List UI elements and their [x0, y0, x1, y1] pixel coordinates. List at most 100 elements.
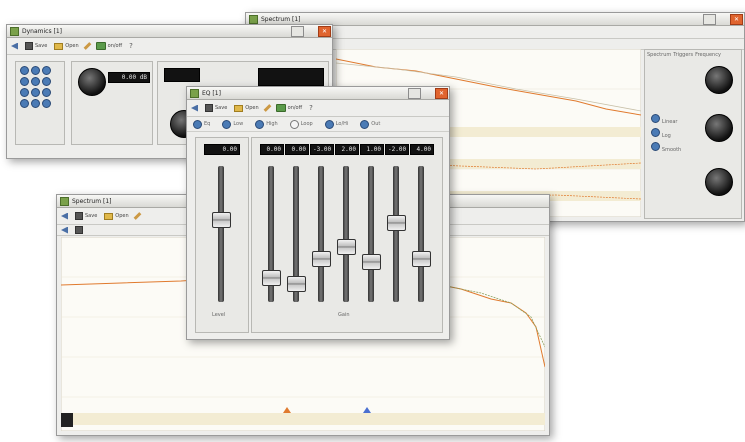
radio-1[interactable] [651, 114, 660, 123]
eq-check-label: Eq [204, 121, 211, 127]
back-icon[interactable] [191, 104, 198, 112]
open-label: Open [115, 213, 129, 219]
band-slider-thumb[interactable] [262, 269, 281, 286]
back-icon[interactable] [61, 212, 68, 220]
eq-check-1[interactable]: Low [222, 119, 244, 129]
radio-2[interactable] [651, 128, 660, 137]
wand-icon[interactable] [263, 104, 272, 112]
level-slider[interactable] [212, 166, 231, 302]
led-7[interactable] [20, 88, 29, 97]
onoff-button[interactable]: on/off [275, 104, 302, 112]
open-button[interactable]: Open [54, 42, 79, 50]
level-label: Level [212, 312, 226, 318]
window-title: Spectrum [1] [261, 15, 301, 23]
open-icon [234, 104, 244, 112]
save-label: Save [85, 213, 98, 219]
open-icon [104, 212, 114, 220]
minimize-button[interactable] [408, 88, 421, 99]
checkbox-icon[interactable] [193, 119, 202, 129]
checkbox-icon[interactable] [324, 119, 334, 129]
minimize-button[interactable] [703, 14, 716, 25]
onoff-icon [275, 104, 286, 112]
band-slider-6[interactable] [412, 166, 431, 302]
dynamics-lcd-3 [258, 68, 324, 86]
band-slider-thumb[interactable] [412, 251, 431, 268]
radio-3[interactable] [651, 142, 660, 151]
sidebar-knob-2[interactable] [705, 114, 733, 142]
spectrum-sidebar: Spectrum Triggers Frequency Linear Log S… [644, 49, 742, 219]
eq-level-panel: 0.00 Level [195, 137, 249, 333]
sidebar-tab-2[interactable]: Triggers [673, 52, 693, 58]
save-icon [75, 212, 83, 220]
save-button[interactable]: Save [75, 212, 97, 220]
close-button[interactable]: ✕ [730, 14, 743, 25]
open-label: Open [65, 43, 79, 49]
window-title: Spectrum [1] [72, 197, 112, 205]
eq-check-label: Low [233, 121, 244, 127]
band-slider-3[interactable] [337, 166, 356, 302]
open-button[interactable]: Open [104, 212, 129, 220]
led-8[interactable] [31, 88, 40, 97]
led-9[interactable] [42, 88, 51, 97]
sidebar-tab-3[interactable]: Frequency [695, 52, 721, 58]
eq-gain-panel: Gain 0.00 0.00 -3.00 2.00 1.00 -2.00 4.00 [251, 137, 443, 333]
eq-check-4[interactable]: Lo/Hi [324, 119, 348, 129]
led-11[interactable] [31, 99, 40, 108]
minimize-button[interactable] [291, 26, 304, 37]
band-slider-5[interactable] [387, 166, 406, 302]
dynamics-lcd-2 [164, 68, 200, 82]
save-button[interactable]: Save [25, 42, 47, 50]
help-icon[interactable]: ? [309, 104, 313, 112]
led-5[interactable] [31, 77, 40, 86]
wand-icon[interactable] [83, 42, 92, 50]
wand-icon[interactable] [133, 212, 142, 220]
led-2[interactable] [31, 66, 40, 75]
dynamics-titlebar: Dynamics [1] ✕ [7, 25, 332, 38]
band-slider-0[interactable] [262, 166, 281, 302]
led-6[interactable] [42, 77, 51, 86]
open-button[interactable]: Open [234, 104, 259, 112]
led-4[interactable] [20, 77, 29, 86]
led-1[interactable] [20, 66, 29, 75]
onoff-button[interactable]: on/off [95, 42, 123, 50]
sidebar-knob-3[interactable] [705, 168, 733, 196]
band-slider-1[interactable] [287, 166, 306, 302]
window-title: Dynamics [1] [22, 27, 62, 35]
checkbox-icon[interactable] [360, 119, 370, 129]
band-slider-4[interactable] [362, 166, 381, 302]
eq-check-0[interactable]: Eq [193, 119, 211, 129]
eq-check-5[interactable]: Out [360, 119, 380, 129]
marker-icon[interactable] [75, 226, 83, 234]
band-slider-2[interactable] [312, 166, 331, 302]
sidebar-knob-1[interactable] [705, 66, 733, 94]
led-10[interactable] [20, 99, 29, 108]
checkbox-icon[interactable] [289, 119, 299, 129]
save-button[interactable]: Save [205, 104, 227, 112]
band-slider-thumb[interactable] [362, 253, 381, 270]
dynamics-toolbar: Save Open on/off ? [7, 38, 332, 55]
checkbox-icon[interactable] [255, 119, 265, 129]
band-slider-thumb[interactable] [387, 214, 406, 231]
close-button[interactable]: ✕ [435, 88, 448, 99]
radio-label-2: Log [661, 133, 671, 139]
radio-label-1: Linear [661, 119, 678, 125]
led-12[interactable] [42, 99, 51, 108]
band-slider-thumb[interactable] [312, 251, 331, 268]
checkbox-icon[interactable] [222, 119, 232, 129]
dynamics-knob[interactable] [78, 68, 106, 96]
eq-check-3[interactable]: Loop [289, 119, 313, 129]
help-icon[interactable]: ? [129, 42, 133, 50]
onoff-label: on/off [107, 43, 123, 49]
sidebar-tab-1[interactable]: Spectrum [647, 52, 671, 58]
back-icon[interactable] [11, 42, 18, 50]
close-button[interactable]: ✕ [318, 26, 331, 37]
corner-marker [61, 413, 73, 427]
dynamics-lcd: 0.00 dB [108, 72, 150, 83]
level-lcd: 0.00 [204, 144, 240, 155]
band-slider-thumb[interactable] [287, 275, 306, 292]
led-3[interactable] [42, 66, 51, 75]
eq-check-2[interactable]: High [255, 119, 278, 129]
zoom-icon[interactable] [61, 226, 68, 234]
band-slider-thumb[interactable] [337, 239, 356, 256]
level-slider-thumb[interactable] [212, 212, 231, 229]
